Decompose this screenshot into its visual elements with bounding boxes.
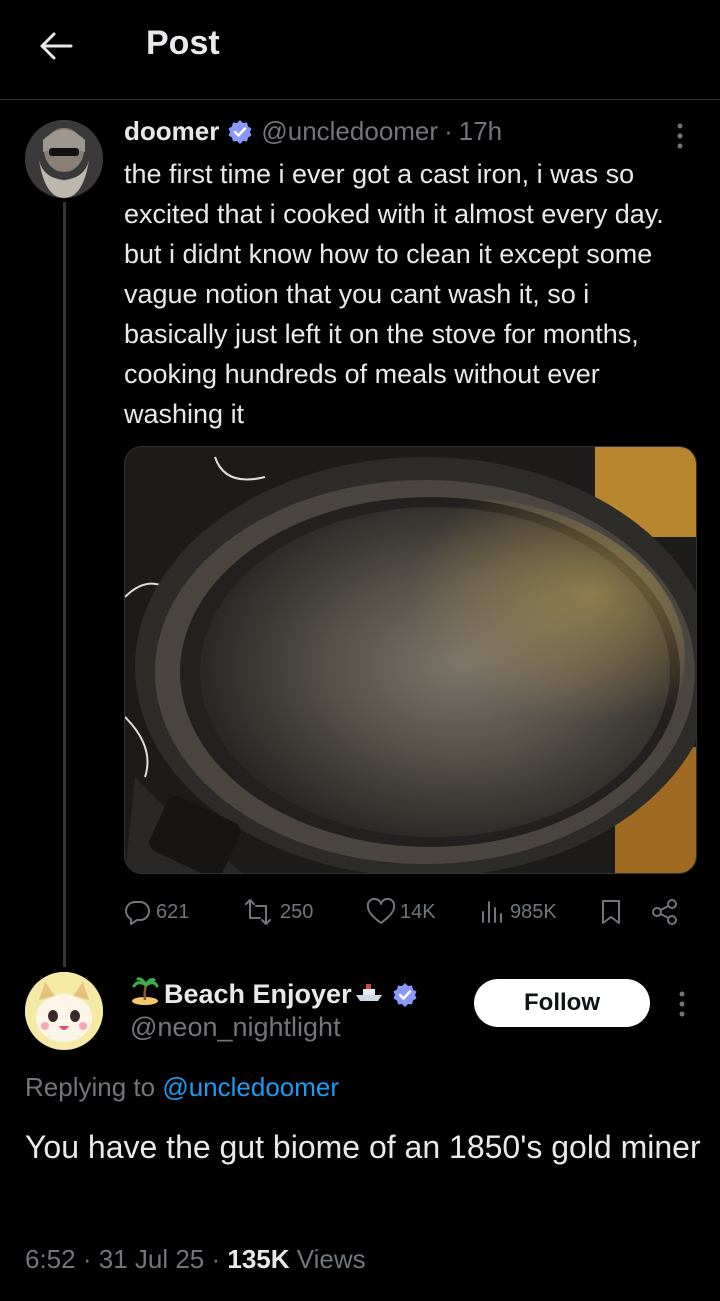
separator-dot: · xyxy=(82,1244,99,1274)
like-count: 14K xyxy=(400,900,436,923)
share-icon xyxy=(652,899,677,925)
author-name[interactable]: doomer xyxy=(124,116,219,147)
reply-author-name-row: Beach Enjoyer xyxy=(130,976,426,1013)
reply-views-count: 135K xyxy=(227,1244,290,1274)
reply-time[interactable]: 6:52 xyxy=(25,1244,76,1274)
verified-badge-icon xyxy=(392,982,418,1008)
share-button[interactable] xyxy=(650,892,684,932)
reply-count: 621 xyxy=(156,900,190,923)
reply-date[interactable]: 31 Jul 25 xyxy=(99,1244,205,1274)
page-title: Post xyxy=(146,24,220,62)
reply-text: You have the gut biome of an 1850's gold… xyxy=(25,1129,701,1165)
reply-views-label: Views xyxy=(296,1244,366,1274)
top-bar: Post xyxy=(0,0,720,100)
reply-author-handle[interactable]: @neon_nightlight xyxy=(130,1012,341,1043)
follow-button[interactable]: Follow xyxy=(474,979,650,1027)
post-time[interactable]: 17h xyxy=(459,116,502,147)
thread-connector xyxy=(63,202,66,967)
bookmark-button[interactable] xyxy=(598,892,628,932)
replying-to-label: Replying to xyxy=(25,1072,156,1102)
reply-author-name[interactable]: Beach Enjoyer xyxy=(164,979,352,1010)
back-arrow-icon[interactable] xyxy=(34,26,78,66)
author-handle[interactable]: @uncledoomer xyxy=(261,116,438,147)
verified-badge-icon xyxy=(227,119,253,145)
separator-dot: · xyxy=(444,116,453,146)
post-header: doomer @uncledoomer · 17h xyxy=(124,116,502,147)
bookmark-icon xyxy=(602,900,620,924)
reply-meta: 6:52 · 31 Jul 25 · 135K Views xyxy=(25,1244,366,1275)
more-options-icon[interactable] xyxy=(668,118,692,154)
views-chart-icon xyxy=(482,901,502,923)
views-action[interactable]: 985K xyxy=(478,892,557,932)
reply-action[interactable]: 621 xyxy=(124,892,189,932)
replying-to-line: Replying to @uncledoomer xyxy=(25,1072,339,1103)
views-count: 985K xyxy=(510,900,557,923)
repost-action[interactable]: 250 xyxy=(240,892,313,932)
reply-author-avatar[interactable] xyxy=(25,972,103,1050)
island-emoji-icon xyxy=(130,976,160,1013)
post-actions: 621 250 14K 985K xyxy=(124,892,699,932)
more-options-icon[interactable] xyxy=(670,986,694,1022)
heart-icon xyxy=(366,898,396,924)
separator-dot: · xyxy=(211,1244,228,1274)
repost-icon xyxy=(245,899,271,925)
post-text: the first time i ever got a cast iron, i… xyxy=(124,159,664,429)
author-avatar[interactable] xyxy=(25,120,103,198)
replying-to-mention[interactable]: @uncledoomer xyxy=(162,1072,339,1102)
like-action[interactable]: 14K xyxy=(366,892,436,932)
ship-emoji-icon xyxy=(354,979,384,1010)
repost-count: 250 xyxy=(280,900,314,923)
post-image-cast-iron-pan[interactable] xyxy=(124,446,697,874)
reply-icon xyxy=(125,900,150,925)
